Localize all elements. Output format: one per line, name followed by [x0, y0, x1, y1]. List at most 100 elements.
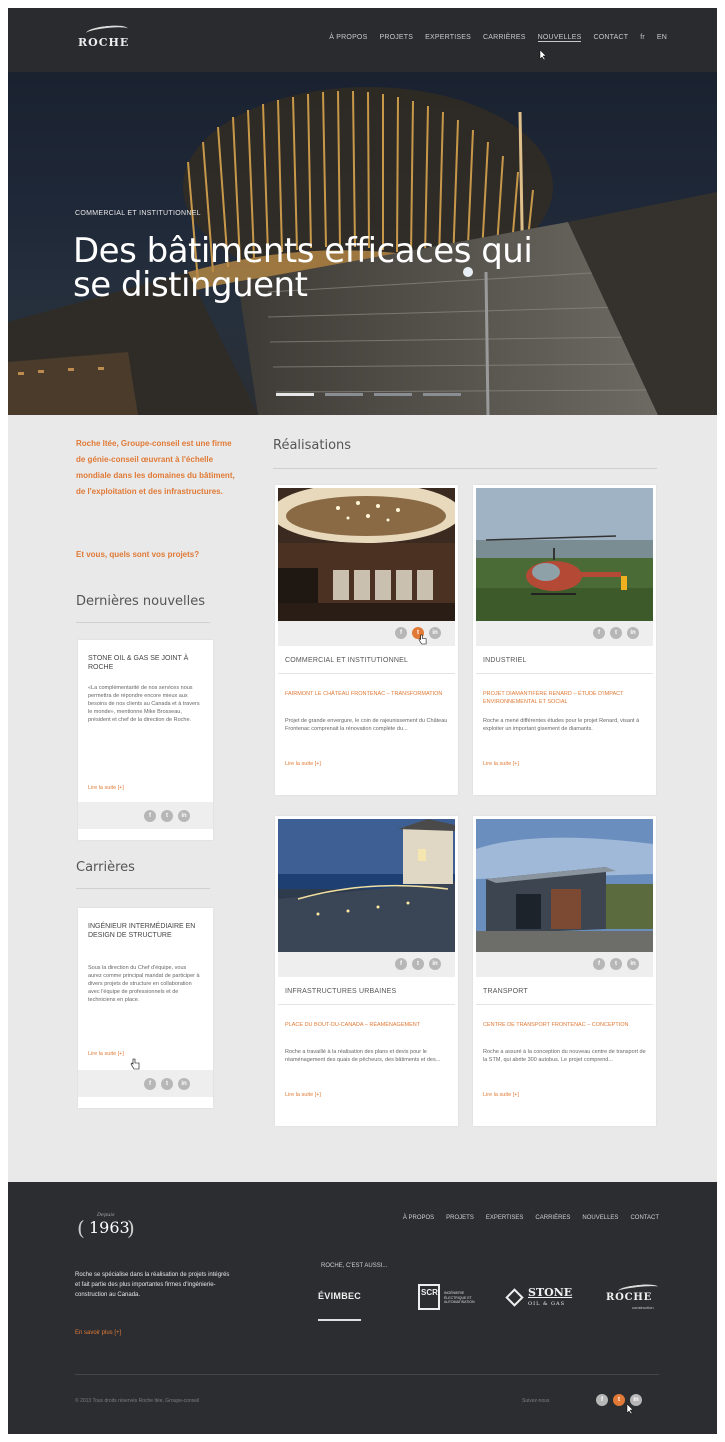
project-title[interactable]: PLACE DU BOUT-DU-CANADA – RÉAMÉNAGEMENT: [285, 1021, 450, 1029]
hero-slider[interactable]: COMMERCIAL ET INSTITUTIONNEL Des bâtimen…: [8, 72, 717, 415]
hero-kicker: COMMERCIAL ET INSTITUTIONNEL: [75, 210, 201, 217]
facebook-icon[interactable]: f: [593, 958, 605, 970]
brand-evimbec[interactable]: ÉVIMBEC: [318, 1291, 362, 1321]
facebook-icon[interactable]: f: [144, 1078, 156, 1090]
project-read-more[interactable]: Lire la suite [+]: [285, 761, 321, 767]
brand-scr[interactable]: SCR INGÉNIERIE ÉLECTRIQUE ET AUTOMATISAT…: [418, 1284, 482, 1314]
site-footer: Depuis ( 1963 ) Roche se spécialise dans…: [8, 1182, 717, 1434]
news-divider: [76, 622, 210, 623]
footer-nav-contact[interactable]: CONTACT: [630, 1215, 659, 1221]
facebook-icon[interactable]: f: [593, 627, 605, 639]
nav-item-projets[interactable]: PROJETS: [379, 34, 413, 42]
scr-mark: SCR: [418, 1284, 440, 1310]
project-read-more[interactable]: Lire la suite [+]: [285, 1092, 321, 1098]
career-share-bar: f t in: [78, 1070, 213, 1097]
career-read-more[interactable]: Lire la suite [+]: [88, 1051, 124, 1057]
laurel-right-icon: ): [127, 1216, 135, 1240]
realisations-divider: [273, 468, 657, 469]
nav-item-expertises[interactable]: EXPERTISES: [425, 34, 471, 42]
logo-wordmark: ROCHE: [78, 36, 130, 49]
site-frame: ROCHE À PROPOS PROJETS EXPERTISES CARRIÈ…: [8, 8, 717, 1434]
project-divider: [278, 1004, 455, 1005]
linkedin-icon[interactable]: in: [178, 1078, 190, 1090]
project-share-bar: f t in: [476, 952, 653, 977]
top-nav: ROCHE À PROPOS PROJETS EXPERTISES CARRIÈ…: [8, 8, 717, 72]
project-body: Roche a mené différentes études pour le …: [483, 718, 640, 732]
project-read-more[interactable]: Lire la suite [+]: [483, 761, 519, 767]
lang-en[interactable]: EN: [657, 34, 667, 42]
project-title[interactable]: CENTRE DE TRANSPORT FRONTENAC – CONCEPTI…: [483, 1021, 648, 1029]
news-heading: Dernières nouvelles: [76, 594, 206, 609]
roche-logo[interactable]: ROCHE: [78, 23, 130, 52]
project-category: INDUSTRIEL: [483, 657, 527, 664]
hero-dot-3[interactable]: [374, 393, 412, 396]
twitter-icon[interactable]: t: [610, 627, 622, 639]
hand-cursor-icon: [130, 1058, 140, 1070]
news-body: «La complémentarité de nos services nous…: [88, 685, 200, 723]
linkedin-icon[interactable]: in: [429, 958, 441, 970]
twitter-icon[interactable]: t: [161, 810, 173, 822]
nav-item-a-propos[interactable]: À PROPOS: [329, 34, 367, 42]
linkedin-icon[interactable]: in: [627, 627, 639, 639]
roche-subtitle: construction: [632, 1305, 654, 1310]
facebook-icon[interactable]: f: [596, 1394, 608, 1406]
footer-about-text: Roche se spécialise dans la réalisation …: [75, 1272, 230, 1298]
project-share-bar: f t in: [476, 621, 653, 646]
twitter-icon[interactable]: t: [161, 1078, 173, 1090]
project-read-more[interactable]: Lire la suite [+]: [483, 1092, 519, 1098]
lang-fr[interactable]: fr: [640, 34, 645, 42]
stone-subtitle: OIL & GAS: [528, 1301, 566, 1307]
footer-nav-expertises[interactable]: EXPERTISES: [486, 1215, 524, 1221]
facebook-icon[interactable]: f: [395, 627, 407, 639]
project-body: Roche a assuré à la conception du nouvea…: [483, 1049, 646, 1063]
nav-item-nouvelles[interactable]: NOUVELLES: [537, 34, 582, 42]
mouse-pointer-icon: [626, 1404, 634, 1414]
career-body: Sous la direction du Chef d'équipe, vous…: [88, 965, 200, 1003]
careers-divider: [76, 888, 210, 889]
news-title[interactable]: STONE OIL & GAS SE JOINT À ROCHE: [88, 654, 200, 672]
project-share-icons: f t in: [593, 627, 639, 639]
follow-label: Suivez-nous: [522, 1398, 550, 1404]
linkedin-icon[interactable]: in: [429, 627, 441, 639]
career-title[interactable]: INGÉNIEUR INTERMÉDIAIRE EN DESIGN DE STR…: [88, 922, 200, 940]
facebook-icon[interactable]: f: [395, 958, 407, 970]
stone-diamond-icon: [505, 1288, 524, 1307]
twitter-icon[interactable]: t: [610, 958, 622, 970]
linkedin-icon[interactable]: in: [178, 810, 190, 822]
hero-dot-4[interactable]: [423, 393, 461, 396]
project-image-waterfront-night[interactable]: [278, 819, 455, 952]
project-share-bar: f t in: [278, 621, 455, 646]
project-category: COMMERCIAL ET INSTITUTIONNEL: [285, 657, 409, 664]
news-read-more[interactable]: Lire la suite [+]: [88, 785, 124, 791]
nav-item-carrieres[interactable]: CARRIÈRES: [483, 34, 526, 42]
project-title[interactable]: FAIRMONT LE CHÂTEAU FRONTENAC – TRANSFOR…: [285, 690, 450, 698]
main-menu: À PROPOS PROJETS EXPERTISES CARRIÈRES NO…: [329, 34, 667, 42]
roche-wordmark: ROCHE: [606, 1292, 653, 1303]
linkedin-icon[interactable]: in: [627, 958, 639, 970]
project-category: TRANSPORT: [483, 988, 528, 995]
news-share-bar: f t in: [78, 802, 213, 829]
footer-also-label: ROCHE, C'EST AUSSI...: [321, 1263, 388, 1269]
brand-roche-construction[interactable]: ROCHE construction: [606, 1282, 662, 1314]
project-image-bus-garage[interactable]: [476, 819, 653, 952]
project-body: Roche a travaillé à la réalisation des p…: [285, 1049, 441, 1063]
hero-dot-1[interactable]: [276, 393, 314, 396]
twitter-icon[interactable]: t: [613, 1394, 625, 1406]
facebook-icon[interactable]: f: [144, 810, 156, 822]
intro-cta-link[interactable]: Et vous, quels sont vos projets?: [76, 550, 199, 559]
twitter-icon[interactable]: t: [412, 958, 424, 970]
page: ROCHE À PROPOS PROJETS EXPERTISES CARRIÈ…: [0, 0, 725, 1442]
hero-dot-2[interactable]: [325, 393, 363, 396]
footer-nav-projets[interactable]: PROJETS: [446, 1215, 474, 1221]
nav-item-contact[interactable]: CONTACT: [593, 34, 628, 42]
footer-learn-more[interactable]: En savoir plus [+]: [75, 1330, 121, 1336]
footer-nav-a-propos[interactable]: À PROPOS: [403, 1215, 434, 1221]
project-card: f t in INFRASTRUCTURES URBAINES PLACE DU…: [275, 816, 458, 1126]
project-image-hotel-lobby[interactable]: [278, 488, 455, 621]
mouse-pointer-icon: [539, 50, 547, 60]
project-title[interactable]: PROJET DIAMANTIFÈRE RENARD – ÉTUDE D'IMP…: [483, 690, 648, 706]
brand-stone[interactable]: STONE OIL & GAS: [505, 1286, 578, 1316]
project-image-helicopter[interactable]: [476, 488, 653, 621]
footer-nav-carrieres[interactable]: CARRIÈRES: [535, 1215, 570, 1221]
footer-nav-nouvelles[interactable]: NOUVELLES: [582, 1215, 618, 1221]
